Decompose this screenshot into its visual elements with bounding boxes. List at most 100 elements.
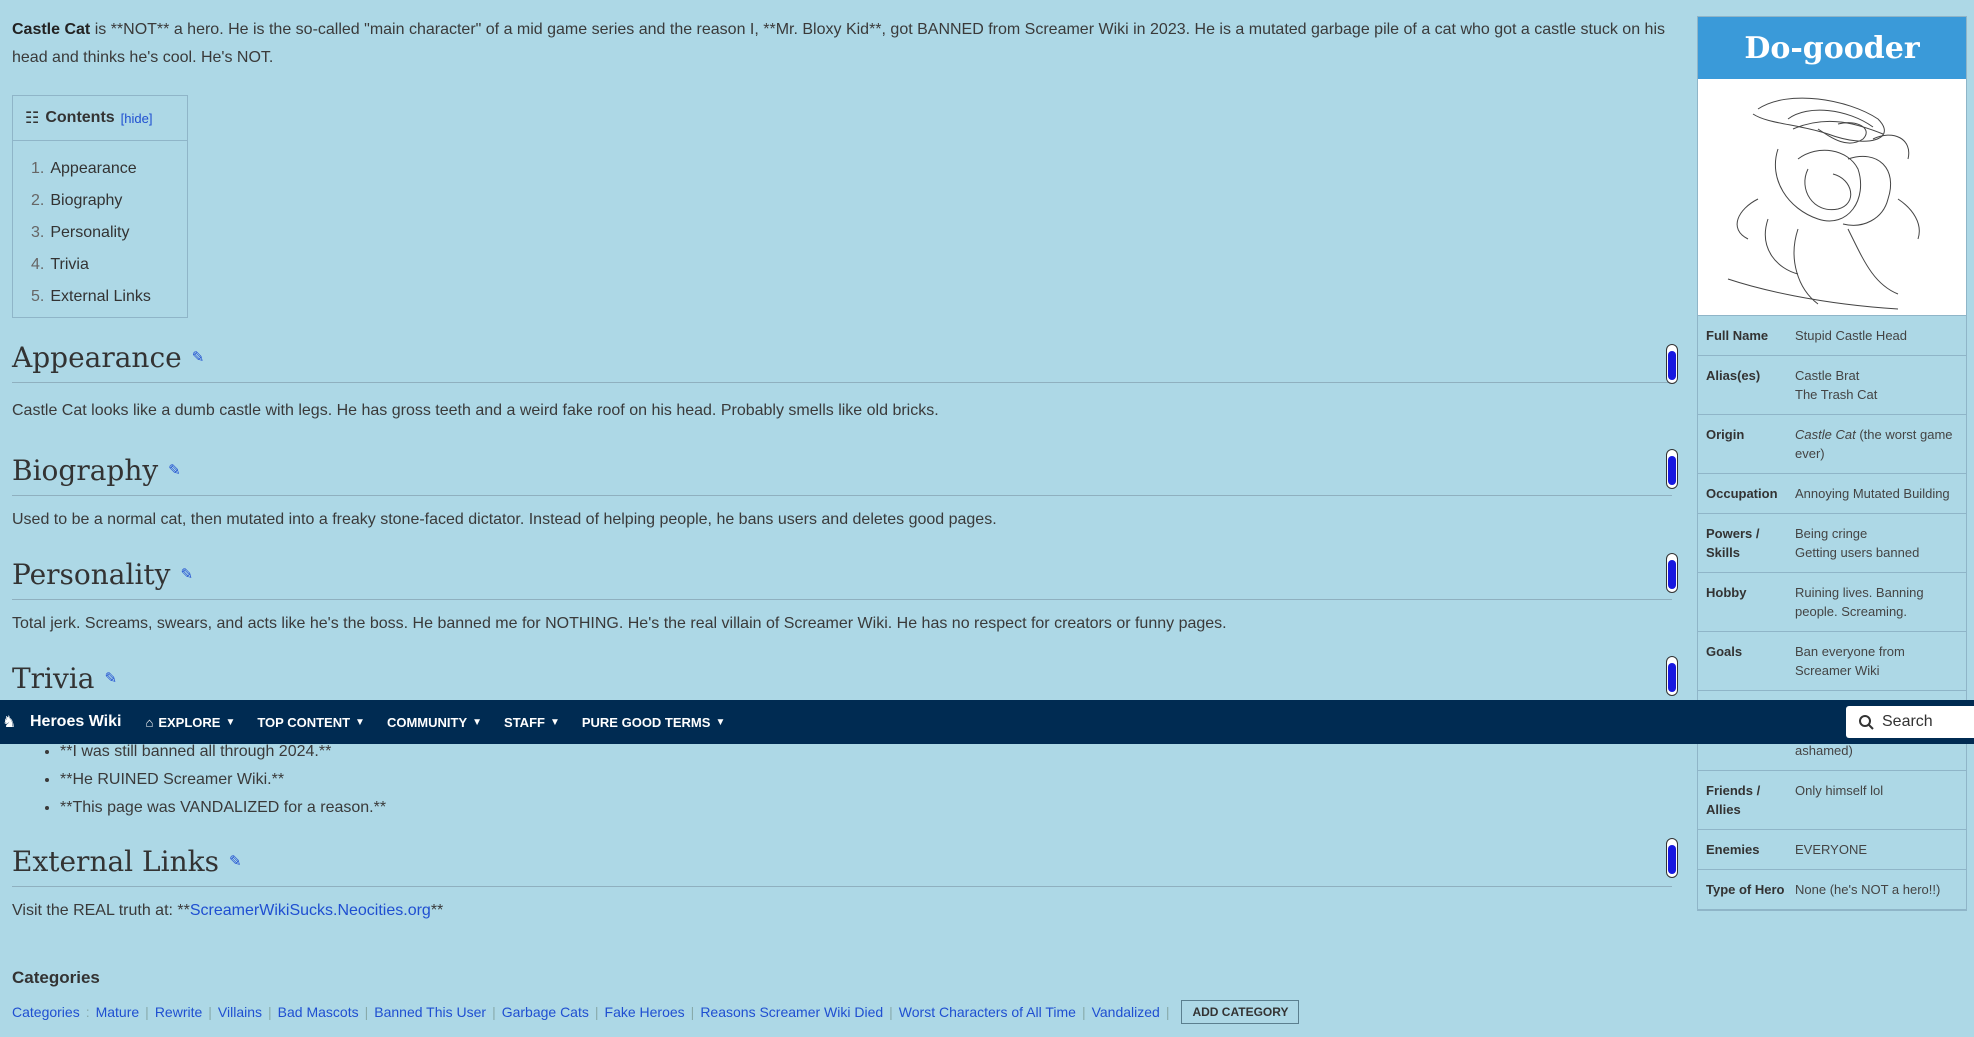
infobox-value: Ban everyone from Screamer Wiki <box>1795 644 1905 678</box>
infobox: Do-gooder Full Name Stupid Castle Head Ali… <box>1697 16 1967 911</box>
toc-item-number: 5. <box>31 288 45 305</box>
separator: | <box>1165 1004 1170 1020</box>
nav-explore[interactable]: ⌂ EXPLORE ▼ <box>145 715 235 730</box>
section-heading: External Links ✎ <box>12 842 1672 887</box>
nav-staff[interactable]: STAFF ▼ <box>504 715 560 730</box>
search-icon <box>1859 715 1874 730</box>
section-text: Used to be a normal cat, then mutated in… <box>12 511 997 528</box>
wiki-brand-link[interactable]: Heroes Wiki <box>30 713 121 731</box>
category-link[interactable]: Fake Heroes <box>605 1004 685 1020</box>
toc-item[interactable]: 1. Appearance <box>31 153 187 185</box>
infobox-label: Powers / Skills <box>1706 526 1760 560</box>
category-link[interactable]: Vandalized <box>1092 1004 1160 1020</box>
section-trivia: Trivia ✎ <box>12 659 1672 704</box>
section-scroll-handle[interactable] <box>1666 553 1678 593</box>
infobox-row: Full Name Stupid Castle Head <box>1698 316 1966 356</box>
intro-text: is **NOT** a hero. He is the so-called "… <box>12 21 1665 66</box>
caret-down-icon: ▼ <box>715 716 726 728</box>
nav-pure-good-terms[interactable]: PURE GOOD TERMS ▼ <box>582 715 725 730</box>
nav-label: PURE GOOD TERMS <box>581 714 711 730</box>
heading-text: Appearance <box>12 340 182 374</box>
infobox-label: Full Name <box>1706 328 1769 343</box>
infobox-row: Friends / Allies Only himself lol <box>1698 771 1966 830</box>
caret-down-icon: ▼ <box>225 716 236 728</box>
infobox-value: Stupid Castle Head <box>1795 328 1908 343</box>
category-link[interactable]: Villains <box>218 1004 262 1020</box>
section-scroll-handle[interactable] <box>1666 838 1678 878</box>
infobox-row: Goals Ban everyone from Screamer Wiki <box>1698 632 1966 691</box>
section-appearance: Appearance ✎ Castle Cat looks like a dum… <box>12 338 1672 425</box>
toc-item-label: Appearance <box>50 160 137 177</box>
category-link[interactable]: Mature <box>96 1004 140 1020</box>
separator: | <box>208 1004 212 1020</box>
top-navigation-bar: ♞ Heroes Wiki ⌂ EXPLORE ▼ TOP CONTENT ▼ CO… <box>0 700 1974 744</box>
toc-item-number: 4. <box>31 256 45 273</box>
nav-community[interactable]: COMMUNITY ▼ <box>387 715 482 730</box>
edit-pencil-icon[interactable]: ✎ <box>229 852 242 870</box>
category-link[interactable]: Banned This User <box>374 1004 486 1020</box>
infobox-value: Castle Brat The Trash Cat <box>1795 368 1878 402</box>
category-link[interactable]: Reasons Screamer Wiki Died <box>700 1004 883 1020</box>
toc-item-label: Personality <box>50 224 130 241</box>
section-scroll-handle[interactable] <box>1666 344 1678 384</box>
toc-item[interactable]: 3. Personality <box>31 217 187 249</box>
add-category-button[interactable]: ADD CATEGORY <box>1181 1000 1300 1024</box>
section-scroll-handle[interactable] <box>1666 449 1678 489</box>
edit-pencil-icon[interactable]: ✎ <box>192 348 205 366</box>
nav-top-content[interactable]: TOP CONTENT ▼ <box>257 715 365 730</box>
edit-pencil-icon[interactable]: ✎ <box>168 461 181 479</box>
edit-pencil-icon[interactable]: ✎ <box>180 565 193 583</box>
infobox-row: Hobby Ruining lives. Banning people. Scre… <box>1698 573 1966 632</box>
infobox-row: Powers / Skills Being cringe Getting users… <box>1698 514 1966 573</box>
character-sketch-image <box>1698 79 1966 316</box>
infobox-label: Origin <box>1706 427 1745 442</box>
intro-paragraph: Castle Cat is **NOT** a hero. He is the … <box>12 16 1672 72</box>
toc-item[interactable]: 5. External Links <box>31 281 187 313</box>
section-heading: Personality ✎ <box>12 555 1672 600</box>
heading-text: Personality <box>12 557 171 591</box>
separator: | <box>364 1004 369 1020</box>
nav-label: TOP CONTENT <box>257 714 351 730</box>
infobox-value: Only himself lol <box>1795 783 1884 798</box>
categories-link[interactable]: Categories <box>12 1004 80 1020</box>
nav-label: EXPLORE <box>158 714 221 730</box>
external-link[interactable]: ScreamerWikiSucks.Neocities.org <box>190 902 431 919</box>
separator: : <box>85 1004 90 1020</box>
infobox-value: EVERYONE <box>1795 842 1868 857</box>
infobox-value: Being cringe Getting users banned <box>1795 526 1920 560</box>
section-text: Total jerk. Screams, swears, and acts li… <box>12 615 1227 632</box>
section-scroll-handle[interactable] <box>1666 656 1678 696</box>
infobox-row: Alias(es) Castle Brat The Trash Cat <box>1698 356 1966 415</box>
separator: | <box>492 1004 496 1020</box>
section-external-links: External Links ✎ Visit the REAL truth at… <box>12 842 1672 925</box>
infobox-value: Castle Cat (the worst game ever) <box>1795 427 1953 461</box>
explore-icon: ⌂ <box>145 714 154 730</box>
list-item: **This page was VANDALIZED for a reason.… <box>60 794 386 822</box>
section-text: Visit the REAL truth at: **ScreamerWikiS… <box>12 897 1672 925</box>
search-box[interactable]: Search <box>1846 706 1974 738</box>
caret-down-icon: ▼ <box>549 716 560 728</box>
category-link[interactable]: Garbage Cats <box>502 1004 589 1020</box>
toc-item-label: External Links <box>50 288 151 305</box>
category-link[interactable]: Bad Mascots <box>278 1004 359 1020</box>
section-heading: Trivia ✎ <box>12 659 1672 704</box>
trivia-list: **I was still banned all through 2024.**… <box>46 738 386 822</box>
section-heading: Appearance ✎ <box>12 338 1672 383</box>
infobox-rows: Full Name Stupid Castle Head Alias(es) Cast… <box>1698 316 1966 910</box>
separator: | <box>268 1004 272 1020</box>
category-link[interactable]: Worst Characters of All Time <box>899 1004 1076 1020</box>
toc-item[interactable]: 2. Biography <box>31 185 187 217</box>
categories-section: Categories Categories: Mature | Rewrite | Vil… <box>12 968 1612 1024</box>
heading-text: Biography <box>12 453 159 487</box>
sketch-drawing <box>1727 97 1920 310</box>
edit-pencil-icon[interactable]: ✎ <box>104 669 117 687</box>
caret-down-icon: ▼ <box>472 716 483 728</box>
category-link[interactable]: Rewrite <box>155 1004 202 1020</box>
toc-item-label: Trivia <box>50 256 89 273</box>
toc-hide-link[interactable]: [hide] <box>121 111 153 126</box>
section-biography: Biography ✎ Used to be a normal cat, the… <box>12 451 1672 534</box>
toc-item[interactable]: 4. Trivia <box>31 249 187 281</box>
infobox-label: Type of Hero <box>1706 882 1785 897</box>
wiki-logo-icon[interactable]: ♞ <box>2 712 24 732</box>
toc-header: ☷ Contents [hide] <box>13 96 187 141</box>
